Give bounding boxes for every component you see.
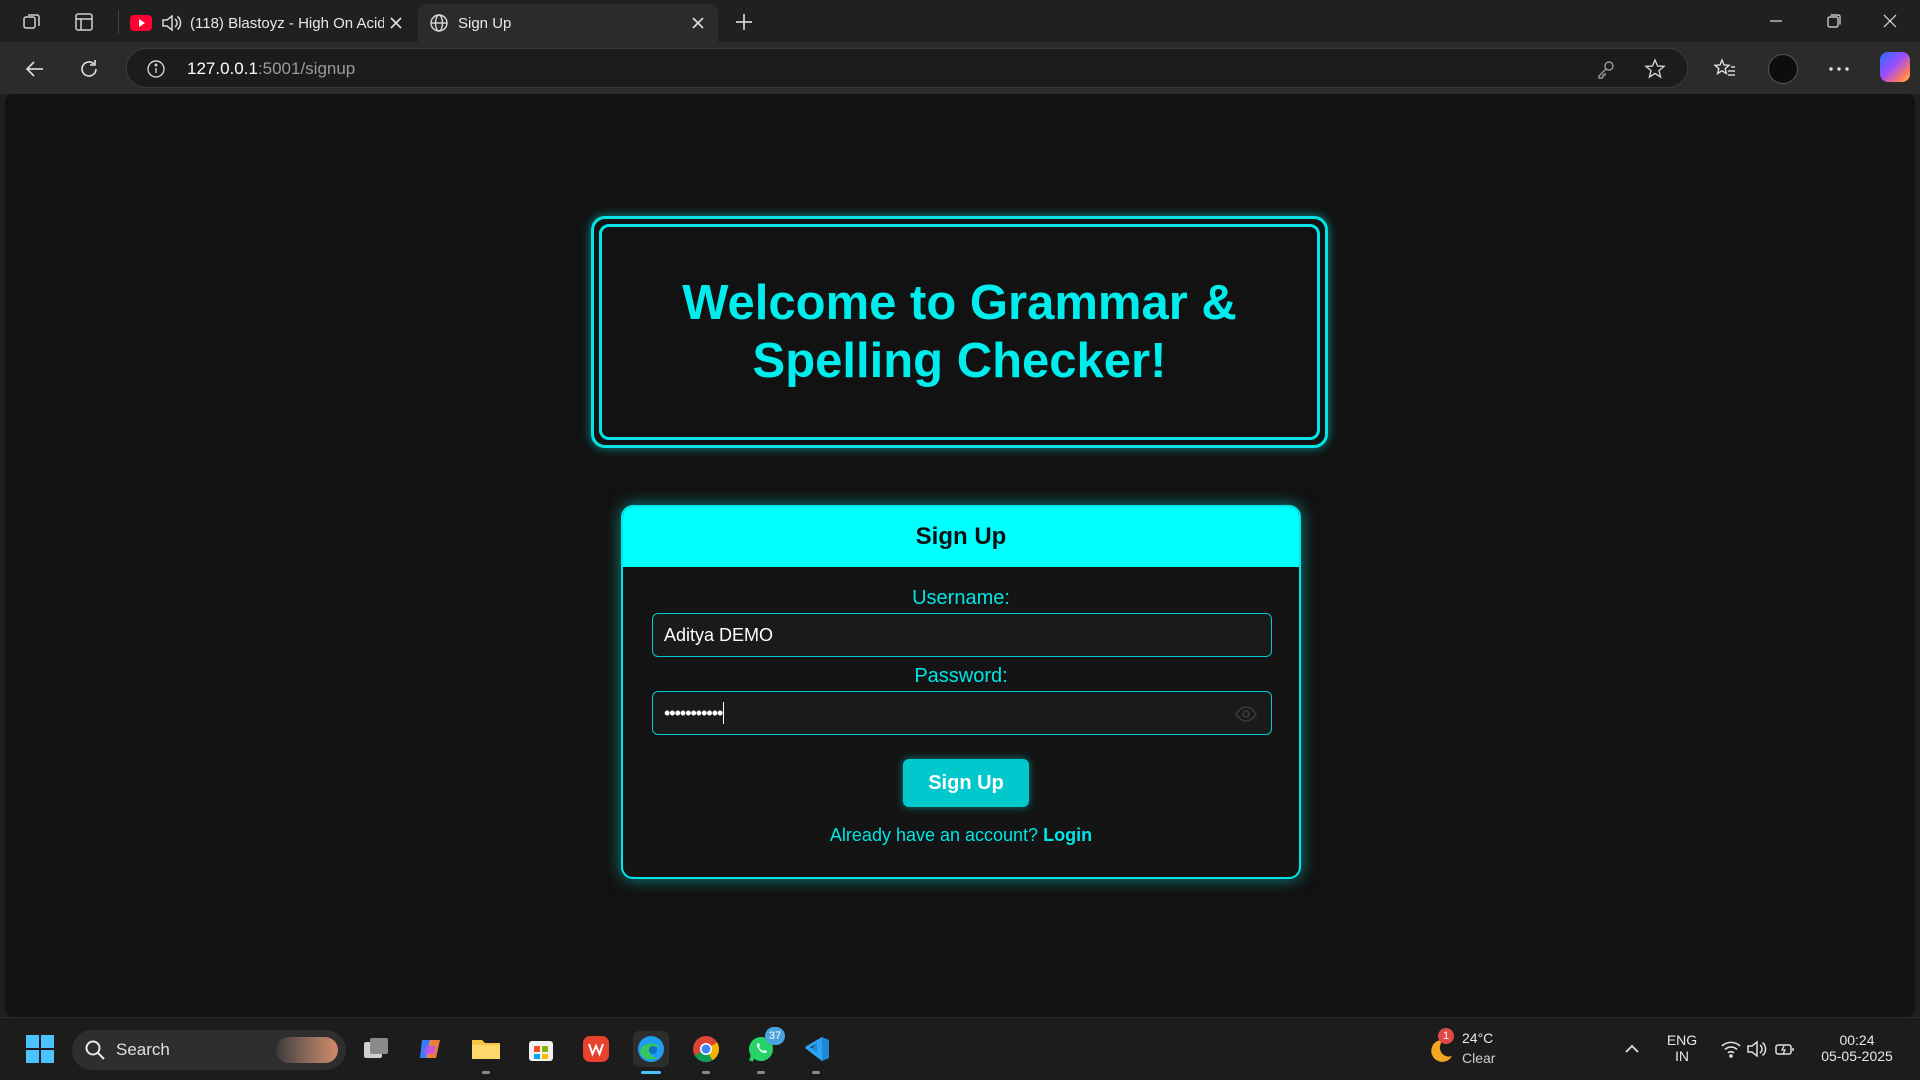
search-label: Search — [116, 1040, 170, 1059]
minimize-button[interactable] — [1748, 0, 1804, 42]
address-bar[interactable]: 127.0.0.1:5001/signup — [126, 48, 1688, 88]
wifi-icon[interactable] — [1718, 1031, 1744, 1067]
windows-taskbar: Search 37 1 24°C Clear ENG IN 00:24 05-0… — [0, 1017, 1920, 1080]
clock[interactable]: 00:24 05-05-2025 — [1812, 1032, 1902, 1064]
chevron-up-icon[interactable] — [1614, 1031, 1650, 1067]
workspaces-icon[interactable] — [18, 8, 46, 36]
search-icon — [84, 1039, 106, 1061]
running-indicator — [482, 1071, 490, 1074]
vscode-icon[interactable] — [798, 1031, 834, 1074]
url-path: :5001/signup — [257, 59, 356, 78]
show-password-eye-icon[interactable] — [1235, 706, 1257, 722]
welcome-banner: Welcome to Grammar & Spelling Checker! — [591, 216, 1328, 448]
vertical-tabs-icon[interactable] — [70, 8, 98, 36]
site-info-icon[interactable] — [145, 58, 167, 80]
signup-card-title: Sign Up — [623, 507, 1299, 567]
password-value: ••••••••••• — [664, 702, 723, 723]
page-viewport: Welcome to Grammar & Spelling Checker! S… — [5, 94, 1915, 1017]
tab-title: Sign Up — [458, 14, 512, 32]
welcome-title: Welcome to Grammar & Spelling Checker! — [682, 276, 1237, 388]
file-explorer-icon[interactable] — [468, 1031, 504, 1074]
language-secondary: IN — [1675, 1048, 1689, 1064]
search-highlight-image — [276, 1037, 338, 1063]
language-indicator[interactable]: ENG IN — [1660, 1032, 1704, 1064]
url-text: 127.0.0.1:5001/signup — [187, 59, 355, 79]
favorite-star-icon[interactable] — [1643, 57, 1667, 81]
clock-date: 05-05-2025 — [1821, 1048, 1893, 1064]
login-link[interactable]: Login — [1043, 825, 1092, 845]
login-prompt: Already have an account? Login — [623, 825, 1299, 846]
clock-time: 00:24 — [1839, 1032, 1875, 1048]
password-input[interactable]: ••••••••••• — [652, 691, 1272, 735]
task-view-icon[interactable] — [358, 1031, 394, 1067]
close-window-button[interactable] — [1862, 0, 1918, 42]
volume-icon[interactable] — [1744, 1031, 1770, 1067]
tab-sign-up[interactable]: Sign Up — [418, 4, 718, 42]
password-key-icon[interactable] — [1595, 58, 1617, 80]
password-label: Password: — [914, 665, 1008, 687]
language-primary: ENG — [1666, 1032, 1698, 1048]
battery-icon[interactable] — [1772, 1031, 1798, 1067]
globe-icon — [428, 12, 450, 34]
weather-alert-badge: 1 — [1438, 1028, 1454, 1044]
close-tab-icon[interactable] — [686, 11, 710, 35]
weather-widget[interactable]: 1 24°C Clear — [1422, 1028, 1532, 1072]
microsoft-store-icon[interactable] — [523, 1031, 559, 1067]
url-host: 127.0.0.1 — [187, 59, 258, 78]
edge-browser-icon[interactable] — [633, 1031, 669, 1074]
copilot-app-icon[interactable] — [413, 1031, 449, 1067]
browser-tab-strip: (118) Blastoyz - High On Acid Sign Up — [0, 0, 1920, 42]
tab-youtube[interactable]: (118) Blastoyz - High On Acid — [120, 4, 416, 42]
weather-condition: Clear — [1462, 1050, 1496, 1066]
wps-office-icon[interactable] — [578, 1031, 614, 1067]
text-caret — [723, 702, 725, 724]
chrome-icon[interactable] — [688, 1031, 724, 1074]
whatsapp-icon[interactable]: 37 — [743, 1027, 785, 1074]
running-indicator — [641, 1071, 661, 1074]
profile-avatar[interactable] — [1768, 54, 1798, 84]
tab-separator — [118, 10, 119, 34]
restore-button[interactable] — [1806, 0, 1862, 42]
refresh-button[interactable] — [72, 52, 106, 86]
sign-up-button[interactable]: Sign Up — [903, 759, 1029, 807]
login-prompt-text: Already have an account? — [829, 825, 1039, 845]
more-options-icon[interactable] — [1822, 52, 1856, 86]
start-button[interactable] — [22, 1031, 58, 1067]
whatsapp-notification-badge: 37 — [765, 1027, 785, 1045]
tab-title: (118) Blastoyz - High On Acid — [190, 14, 384, 32]
close-tab-icon[interactable] — [384, 11, 408, 35]
running-indicator — [702, 1071, 710, 1074]
weather-temperature: 24°C — [1462, 1030, 1494, 1046]
running-indicator — [757, 1071, 765, 1074]
browser-toolbar: 127.0.0.1:5001/signup — [0, 42, 1920, 94]
username-label: Username: — [912, 587, 1010, 609]
back-button[interactable] — [18, 52, 52, 86]
favorites-icon[interactable] — [1708, 52, 1742, 86]
youtube-icon — [130, 12, 152, 34]
username-input[interactable]: Aditya DEMO — [652, 613, 1272, 657]
taskbar-search[interactable]: Search — [72, 1030, 346, 1070]
signup-card: Sign Up Username: Aditya DEMO Password: … — [621, 505, 1301, 879]
welcome-banner-inner: Welcome to Grammar & Spelling Checker! — [599, 224, 1320, 440]
copilot-icon[interactable] — [1880, 52, 1910, 82]
username-value: Aditya DEMO — [664, 624, 774, 645]
speaker-icon[interactable] — [160, 12, 182, 34]
running-indicator — [812, 1071, 820, 1074]
new-tab-button[interactable] — [730, 8, 758, 36]
